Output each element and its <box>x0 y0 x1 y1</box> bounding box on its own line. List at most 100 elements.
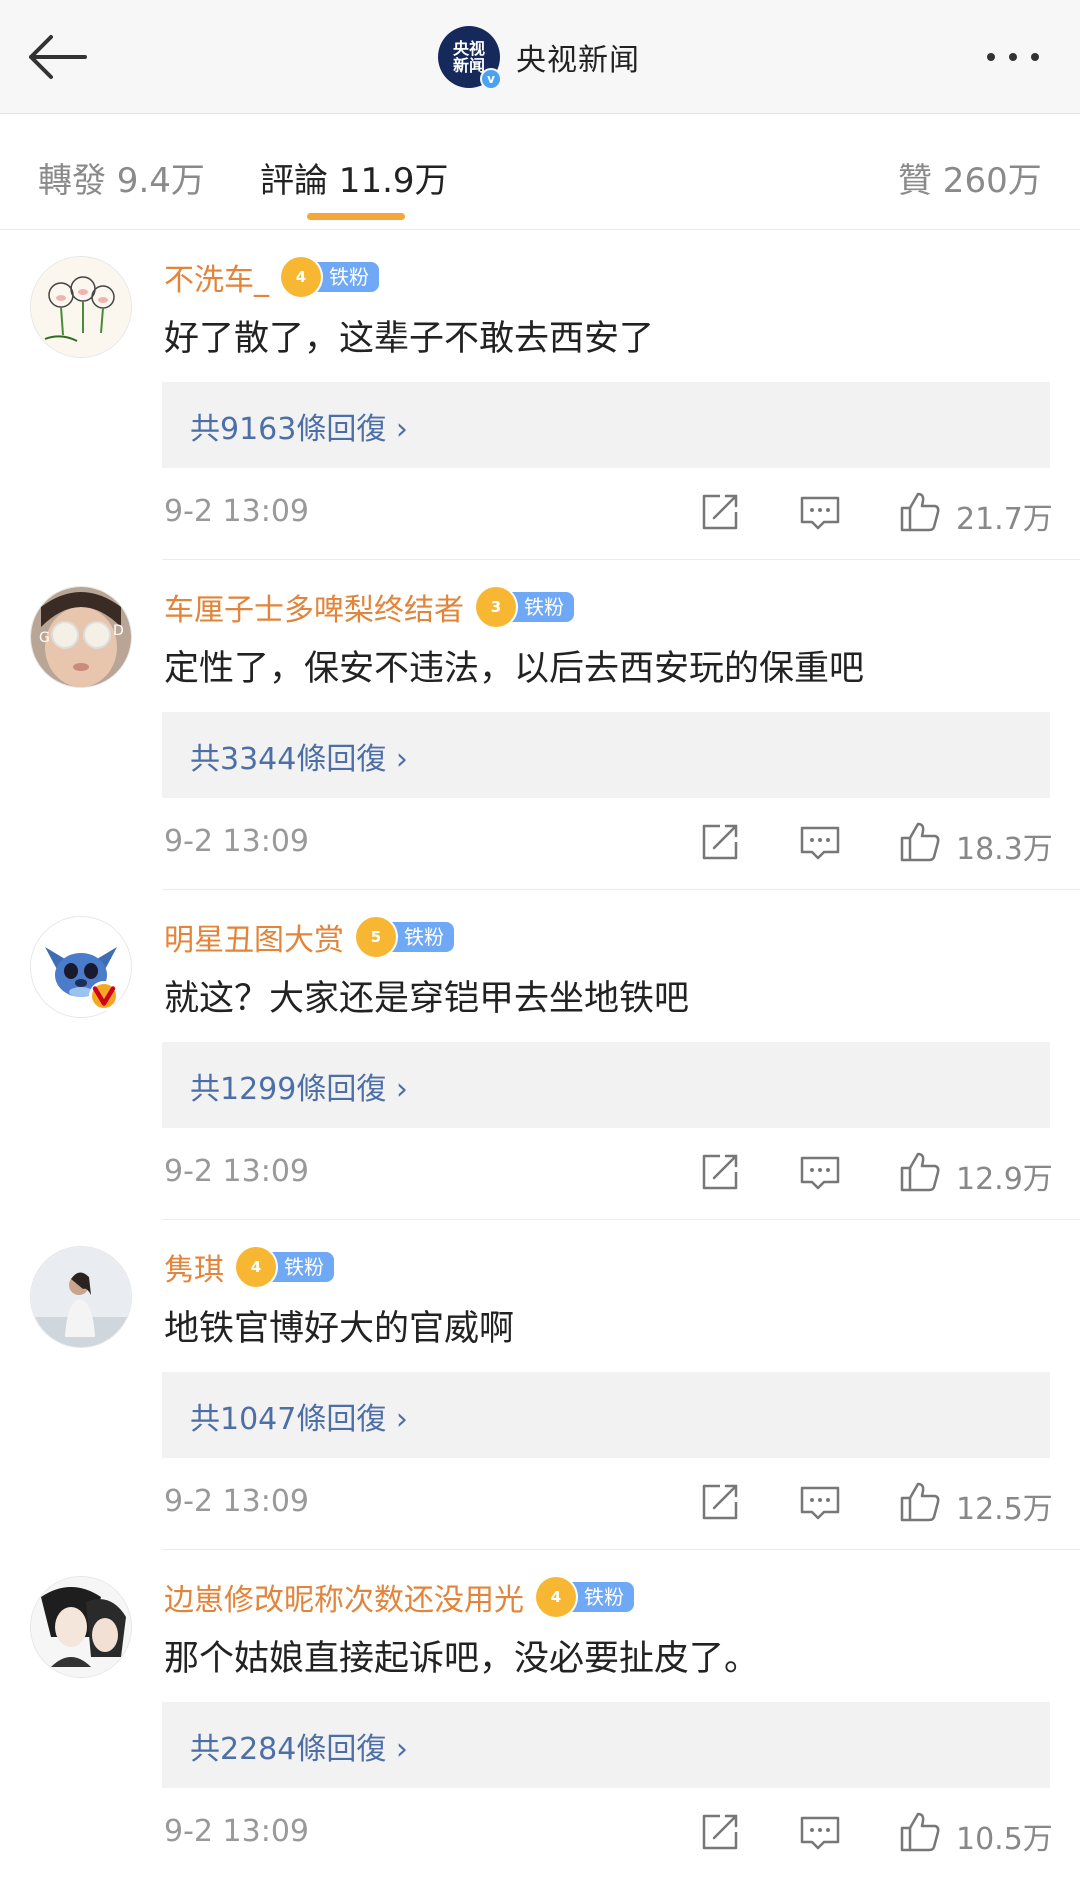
like-button[interactable] <box>898 1810 942 1854</box>
fan-badge[interactable]: 4 铁粉 <box>236 1247 334 1287</box>
page-title: 央视新闻 <box>516 43 640 78</box>
comment-text: 地铁官博好大的官威啊 <box>164 1309 515 1349</box>
svg-text:D: D <box>113 623 124 639</box>
dot-icon <box>1009 53 1017 61</box>
svg-text:G: G <box>39 630 50 646</box>
username[interactable]: 不洗车_ <box>164 255 269 299</box>
like-button[interactable] <box>898 1150 942 1194</box>
badge-level: 3 <box>490 598 502 616</box>
share-button[interactable] <box>698 1150 742 1194</box>
timestamp: 9-2 13:09 <box>164 1814 309 1849</box>
thumbs-up-icon <box>900 1482 940 1522</box>
fan-badge[interactable]: 3 铁粉 <box>476 587 574 627</box>
badge-label: 铁粉 <box>266 1252 334 1282</box>
avatar[interactable] <box>30 256 132 358</box>
reply-button[interactable] <box>798 1150 842 1194</box>
avatar[interactable]: G D <box>30 586 132 688</box>
fan-badge[interactable]: 5 铁粉 <box>356 917 454 957</box>
avatar[interactable] <box>30 1576 132 1678</box>
share-button[interactable] <box>698 820 742 864</box>
avatar[interactable] <box>30 1246 132 1348</box>
more-options-button[interactable] <box>968 40 1058 74</box>
back-button[interactable] <box>22 24 92 90</box>
like-button[interactable] <box>898 1480 942 1524</box>
badge-level: 4 <box>550 1588 562 1606</box>
crown-icon: 4 <box>281 257 321 297</box>
reply-button[interactable] <box>798 820 842 864</box>
crown-icon: 4 <box>536 1577 576 1617</box>
comment-item: 边崽修改昵称次数还没用光 4 铁粉 那个姑娘直接起诉吧，没必要扯皮了。 共228… <box>0 1550 1080 1880</box>
account-title[interactable]: 央视 新闻 v 央视新闻 <box>438 25 640 90</box>
comment-text: 那个姑娘直接起诉吧，没必要扯皮了。 <box>164 1639 760 1679</box>
comment-icon <box>800 1486 840 1520</box>
logo-text-line2: 新闻 <box>452 56 485 75</box>
comment-icon <box>800 1816 840 1850</box>
reply-button[interactable] <box>798 1480 842 1524</box>
comment-item: 不洗车_ 4 铁粉 好了散了，这辈子不敢去西安了 共9163條回復 › 9-2 … <box>0 230 1080 560</box>
dot-icon <box>987 53 995 61</box>
username[interactable]: 明星丑图大赏 <box>164 915 344 959</box>
badge-label: 铁粉 <box>506 592 574 622</box>
name-row: 边崽修改昵称次数还没用光 4 铁粉 <box>164 1574 634 1620</box>
like-button[interactable] <box>898 820 942 864</box>
like-count: 12.5万 <box>956 1492 1053 1527</box>
view-replies-link[interactable]: 共2284條回復 › <box>190 1724 408 1768</box>
reply-box[interactable]: 共1047條回復 › <box>162 1372 1050 1458</box>
comment-item: 明星丑图大赏 5 铁粉 就这？大家还是穿铠甲去坐地铁吧 共1299條回復 › 9… <box>0 890 1080 1220</box>
badge-label: 铁粉 <box>566 1582 634 1612</box>
share-button[interactable] <box>698 490 742 534</box>
name-row: 不洗车_ 4 铁粉 <box>164 254 379 300</box>
badge-level: 4 <box>295 268 307 286</box>
fan-badge[interactable]: 4 铁粉 <box>536 1577 634 1617</box>
share-button[interactable] <box>698 1810 742 1854</box>
reply-button[interactable] <box>798 1810 842 1854</box>
comment-text: 就这？大家还是穿铠甲去坐地铁吧 <box>164 979 690 1019</box>
reply-button[interactable] <box>798 490 842 534</box>
view-replies-link[interactable]: 共3344條回復 › <box>190 734 408 778</box>
crown-icon: 5 <box>356 917 396 957</box>
dot-icon <box>1031 53 1039 61</box>
tab-repost[interactable]: 轉發 9.4万 <box>38 153 205 202</box>
top-bar: 央视 新闻 v 央视新闻 <box>0 0 1080 114</box>
anime-avatar-icon <box>31 1577 131 1677</box>
username[interactable]: 隽琪 <box>164 1245 224 1289</box>
badge-label: 铁粉 <box>386 922 454 952</box>
username[interactable]: 车厘子士多啤梨终结者 <box>164 585 464 629</box>
reply-box[interactable]: 共9163條回復 › <box>162 382 1050 468</box>
share-button[interactable] <box>698 1480 742 1524</box>
timestamp: 9-2 13:09 <box>164 1484 309 1519</box>
reply-box[interactable]: 共3344條回復 › <box>162 712 1050 798</box>
account-logo: 央视 新闻 v <box>438 26 502 90</box>
like-count: 10.5万 <box>956 1822 1053 1857</box>
comment-text: 定性了，保安不违法，以后去西安玩的保重吧 <box>164 649 865 689</box>
like-button[interactable] <box>898 490 942 534</box>
active-tab-indicator <box>307 213 405 220</box>
fan-badge[interactable]: 4 铁粉 <box>281 257 379 297</box>
comment-icon <box>800 1156 840 1190</box>
name-row: 车厘子士多啤梨终结者 3 铁粉 <box>164 584 574 630</box>
avatar[interactable] <box>30 916 132 1018</box>
person-avatar-icon <box>31 1247 131 1347</box>
crown-icon: 3 <box>476 587 516 627</box>
verified-icon: v <box>480 68 502 90</box>
back-arrow-icon <box>29 35 87 79</box>
name-row: 明星丑图大赏 5 铁粉 <box>164 914 454 960</box>
share-icon <box>702 824 738 860</box>
tab-comments[interactable]: 評論 11.9万 <box>260 153 449 202</box>
comment-icon <box>800 826 840 860</box>
pig-avatar-icon <box>31 257 131 357</box>
view-replies-link[interactable]: 共1047條回復 › <box>190 1394 408 1438</box>
share-icon <box>702 494 738 530</box>
reply-box[interactable]: 共1299條回復 › <box>162 1042 1050 1128</box>
tab-likes[interactable]: 贊 260万 <box>898 153 1042 202</box>
thumbs-up-icon <box>900 1812 940 1852</box>
crown-icon: 4 <box>236 1247 276 1287</box>
view-replies-link[interactable]: 共1299條回復 › <box>190 1064 408 1108</box>
share-icon <box>702 1484 738 1520</box>
timestamp: 9-2 13:09 <box>164 824 309 859</box>
timestamp: 9-2 13:09 <box>164 1154 309 1189</box>
view-replies-link[interactable]: 共9163條回復 › <box>190 404 408 448</box>
username[interactable]: 边崽修改昵称次数还没用光 <box>164 1575 524 1619</box>
reply-box[interactable]: 共2284條回復 › <box>162 1702 1050 1788</box>
badge-label: 铁粉 <box>311 262 379 292</box>
